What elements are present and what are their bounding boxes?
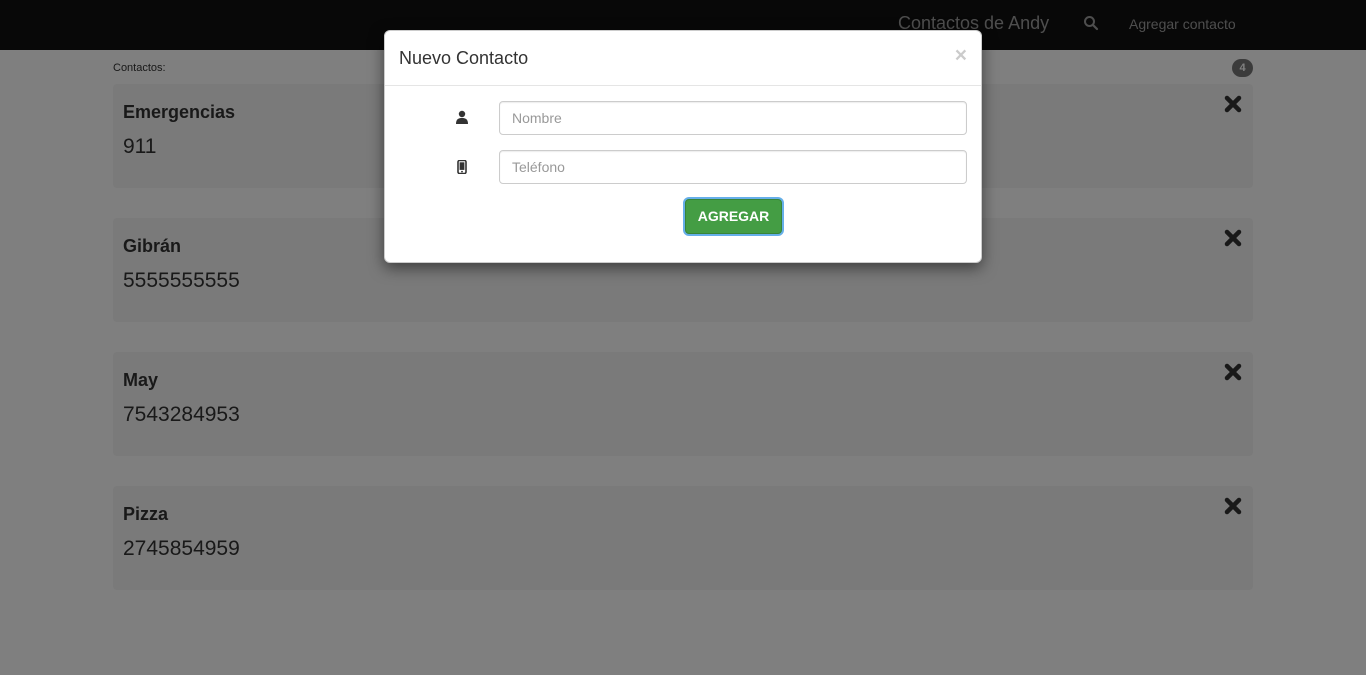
modal-title: Nuevo Contacto <box>399 48 529 68</box>
new-contact-modal: Nuevo Contacto × AGREGAR <box>384 30 982 263</box>
user-icon <box>455 110 469 124</box>
name-input[interactable] <box>499 101 967 135</box>
phone-icon <box>455 159 469 175</box>
add-contact-button[interactable]: AGREGAR <box>685 199 782 234</box>
modal-header: Nuevo Contacto × <box>385 31 981 86</box>
close-button[interactable]: × <box>955 45 967 66</box>
phone-input[interactable] <box>499 150 967 184</box>
